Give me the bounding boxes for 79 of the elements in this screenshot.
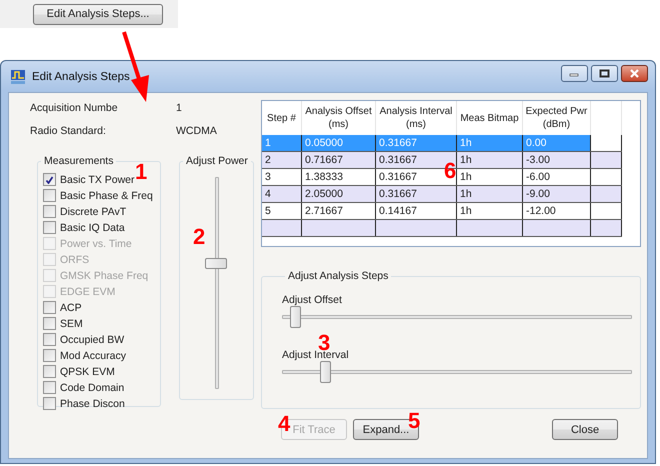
- close-button[interactable]: Close: [552, 419, 618, 440]
- table-cell: -12.00: [522, 202, 590, 220]
- checkbox-label: Code Domain: [60, 382, 124, 394]
- table-cell: 0.05000: [302, 135, 376, 152]
- checkbox-label: Discrete PAvT: [60, 206, 126, 218]
- checkbox[interactable]: [43, 397, 56, 410]
- table-cell: 1h: [456, 152, 522, 168]
- slider-thumb[interactable]: [290, 306, 301, 328]
- checkbox[interactable]: [43, 365, 56, 378]
- table-cell: 0.14167: [376, 202, 456, 220]
- slider-thumb[interactable]: [204, 258, 226, 269]
- checkbox-label: Mod Accuracy: [60, 350, 126, 362]
- close-icon: [629, 69, 640, 78]
- checkbox-label: Phase Discon: [60, 398, 125, 410]
- table-cell: 4: [262, 186, 302, 202]
- check-icon: [45, 176, 54, 184]
- table-cell: 2.05000: [302, 186, 376, 202]
- table-cell: 1: [262, 135, 302, 152]
- column-header: Step #: [262, 101, 302, 135]
- group-title: Adjust Analysis Steps: [287, 270, 390, 282]
- checkbox-label: SEM: [60, 318, 83, 330]
- slider-thumb[interactable]: [320, 361, 332, 383]
- table-cell: 0.00: [522, 135, 590, 152]
- column-header: Meas Bitmap: [456, 101, 522, 135]
- column-header: Analysis Interval (ms): [376, 101, 456, 135]
- table-cell: 1h: [456, 135, 522, 152]
- column-header: Expected Pwr (dBm): [522, 101, 590, 135]
- table-cell: 0.71667: [302, 152, 376, 168]
- checkbox[interactable]: [43, 381, 56, 394]
- close-button[interactable]: [621, 65, 648, 82]
- annotation-number: 2: [193, 226, 206, 248]
- table-cell: 2: [262, 152, 302, 168]
- checkbox[interactable]: [43, 301, 56, 314]
- field-label: Radio Standard:: [30, 125, 107, 137]
- edit-steps-button[interactable]: Edit Analysis Steps...: [33, 4, 163, 24]
- annotation-number: 1: [135, 161, 148, 183]
- table-row[interactable]: 4 2.05000 0.31667 1h -9.00: [262, 186, 622, 202]
- group-title: Adjust Power: [185, 155, 249, 167]
- slider-label: Adjust Offset: [282, 294, 342, 306]
- checkbox-label: Power vs. Time: [60, 238, 132, 250]
- checkbox-label: Basic Phase & Freq: [60, 190, 153, 202]
- field-value: WCDMA: [176, 125, 218, 137]
- checkbox[interactable]: [43, 173, 56, 186]
- maximize-icon: [599, 69, 610, 78]
- table-cell: 2.71667: [302, 202, 376, 220]
- checkbox-label: ACP: [60, 302, 82, 314]
- field-value: 1: [176, 102, 183, 114]
- table-cell: 3: [262, 168, 302, 186]
- checkbox[interactable]: [43, 349, 56, 362]
- checkbox[interactable]: [43, 205, 56, 218]
- checkbox-label: Basic TX Power: [60, 174, 134, 186]
- checkbox[interactable]: [43, 333, 56, 346]
- table-cell: -3.00: [522, 152, 590, 168]
- table-cell: 1h: [456, 202, 522, 220]
- window-title: Edit Analysis Steps: [32, 70, 130, 82]
- app-icon: [10, 68, 26, 84]
- checkbox-label: GMSK Phase Freq: [60, 270, 148, 282]
- table-cell: 0.31667: [376, 135, 456, 152]
- column-header: Analysis Offset (ms): [302, 101, 376, 135]
- table-cell: 0.31667: [376, 186, 456, 202]
- table-cell: -6.00: [522, 168, 590, 186]
- group-title: Measurements: [43, 155, 114, 167]
- table-cell: 5: [262, 202, 302, 220]
- table-cell: 1h: [456, 168, 522, 186]
- checkbox-label: ORFS: [60, 254, 90, 266]
- field-label: Acquisition Numbe: [30, 102, 119, 114]
- maximize-button[interactable]: [591, 65, 618, 82]
- table-cell: 1h: [456, 186, 522, 202]
- checkbox[interactable]: [43, 221, 56, 234]
- minimize-button[interactable]: [561, 65, 588, 82]
- checkbox-label: Basic IQ Data: [60, 222, 125, 234]
- checkbox-label: EDGE EVM: [60, 286, 116, 298]
- table-cell: -9.00: [522, 186, 590, 202]
- table-cell: 1.38333: [302, 168, 376, 186]
- checkbox[interactable]: [43, 189, 56, 202]
- checkbox-label: Occupied BW: [60, 334, 124, 346]
- checkbox[interactable]: [43, 317, 56, 330]
- checkbox-label: QPSK EVM: [60, 366, 115, 378]
- table-row[interactable]: 5 2.71667 0.14167 1h -12.00: [262, 202, 622, 220]
